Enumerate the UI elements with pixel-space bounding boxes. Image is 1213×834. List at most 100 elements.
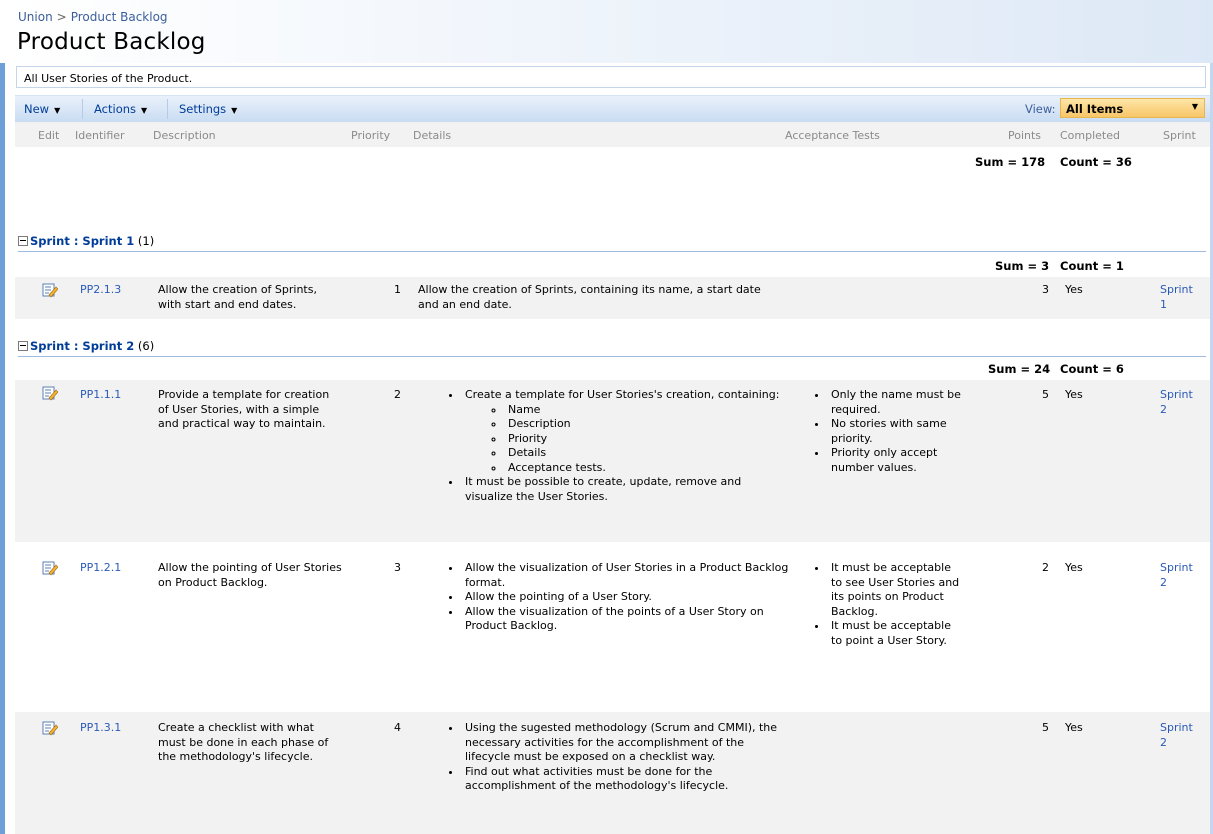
row-details: Allow the creation of Sprints, containin… — [418, 283, 761, 311]
column-header-description[interactable]: Description — [153, 129, 216, 142]
toolbar-divider — [82, 99, 83, 119]
row-points: 5 — [1042, 388, 1049, 401]
column-headers: Edit Identifier Description Priority Det… — [15, 122, 1210, 147]
group-points-sum: Sum = 24 — [988, 362, 1051, 376]
row-identifier[interactable]: PP1.3.1 — [80, 721, 121, 736]
details-item: It must be possible to create, update, r… — [462, 475, 792, 504]
group-items-count: Count = 1 — [1060, 259, 1124, 273]
column-header-edit: Edit — [38, 129, 60, 142]
row-completed: Yes — [1065, 283, 1083, 296]
settings-dropdown-icon: ▼ — [231, 106, 238, 115]
column-header-priority[interactable]: Priority — [351, 129, 390, 142]
view-label: View: — [1025, 102, 1056, 116]
details-sub-item: Name — [505, 403, 792, 418]
details-item: Create a template for User Stories's cre… — [462, 388, 792, 475]
row-description: Allow the pointing of User Stories on Pr… — [158, 561, 342, 589]
row-identifier[interactable]: PP1.1.1 — [80, 388, 121, 403]
view-selected-value: All Items — [1066, 102, 1124, 116]
row-points: 2 — [1042, 561, 1049, 574]
group-colon: : — [69, 339, 83, 353]
breadcrumb-current: Product Backlog — [70, 10, 168, 24]
group-field: Sprint — [30, 339, 70, 353]
row-description: Create a checklist with what must be don… — [158, 721, 329, 763]
row-identifier[interactable]: PP2.1.3 — [80, 283, 121, 298]
acceptance-item: Only the name must be required. — [828, 388, 978, 417]
table-row: PP1.2.1 Allow the pointing of User Stori… — [15, 552, 1210, 702]
row-details: Using the sugested methodology (Scrum an… — [442, 721, 792, 794]
row-acceptance-tests: Only the name must be required. No stori… — [808, 388, 978, 475]
breadcrumb: Union > Product Backlog — [18, 10, 168, 24]
row-completed: Yes — [1065, 721, 1083, 734]
group-header-sprint-2[interactable]: Sprint : Sprint 2 (6) — [18, 339, 1206, 357]
group-value: Sprint 1 — [82, 234, 135, 248]
page-title: Product Backlog — [17, 29, 206, 55]
new-dropdown-icon: ▼ — [54, 106, 61, 115]
row-points: 3 — [1042, 283, 1049, 296]
row-priority: 3 — [394, 561, 401, 574]
actions-dropdown-icon: ▼ — [141, 106, 148, 115]
view-dropdown-icon: ▼ — [1191, 102, 1198, 111]
row-completed: Yes — [1065, 388, 1083, 401]
row-sprint-link[interactable]: Sprint 2 — [1160, 721, 1200, 750]
acceptance-item: Priority only accept number values. — [828, 446, 978, 475]
column-header-sprint[interactable]: Sprint — [1163, 129, 1196, 142]
row-identifier[interactable]: PP1.2.1 — [80, 561, 121, 576]
column-header-identifier[interactable]: Identifier — [75, 129, 125, 142]
details-sub-item: Acceptance tests. — [505, 461, 792, 476]
details-item: Allow the visualization of User Stories … — [462, 561, 792, 590]
row-priority: 4 — [394, 721, 401, 734]
acceptance-item: It must be acceptable to point a User St… — [828, 619, 963, 648]
column-header-details[interactable]: Details — [413, 129, 451, 142]
row-sprint-link[interactable]: Sprint 2 — [1160, 561, 1200, 590]
group-colon: : — [69, 234, 83, 248]
edit-item-icon[interactable] — [42, 282, 58, 298]
edit-item-icon[interactable] — [42, 385, 58, 401]
view-selector[interactable]: All Items ▼ — [1060, 98, 1205, 118]
row-sprint-link[interactable]: Sprint 2 — [1160, 388, 1200, 417]
new-menu[interactable]: New ▼ — [24, 102, 60, 116]
new-menu-label: New — [24, 102, 50, 116]
group-count: (1) — [137, 234, 155, 248]
acceptance-item: It must be acceptable to see User Storie… — [828, 561, 963, 619]
page-header: Union > Product Backlog Product Backlog — [10, 0, 1213, 63]
column-header-completed[interactable]: Completed — [1060, 129, 1120, 142]
actions-menu-label: Actions — [94, 102, 137, 116]
details-sub-item: Details — [505, 446, 792, 461]
table-row: PP1.1.1 Provide a template for creation … — [15, 380, 1210, 542]
details-item: Using the sugested methodology (Scrum an… — [462, 721, 792, 765]
group-field: Sprint — [30, 234, 70, 248]
collapse-icon[interactable] — [18, 236, 28, 246]
collapse-icon[interactable] — [18, 341, 28, 351]
settings-menu-label: Settings — [179, 102, 227, 116]
edit-item-icon[interactable] — [42, 560, 58, 576]
details-sub-item: Description — [505, 417, 792, 432]
total-points-sum: Sum = 178 — [975, 155, 1046, 169]
settings-menu[interactable]: Settings ▼ — [179, 102, 237, 116]
table-row: PP1.3.1 Create a checklist with what mus… — [15, 712, 1210, 834]
total-items-count: Count = 36 — [1060, 155, 1132, 169]
list-description: All User Stories of the Product. — [16, 66, 1206, 88]
column-header-acceptance-tests[interactable]: Acceptance Tests — [785, 129, 880, 142]
group-items-count: Count = 6 — [1060, 362, 1124, 376]
edit-item-icon[interactable] — [42, 720, 58, 736]
group-value: Sprint 2 — [82, 339, 135, 353]
list-toolbar: New ▼ Actions ▼ Settings ▼ View: All Items ▼ — [15, 95, 1210, 123]
table-row: PP2.1.3 Allow the creation of Sprints, w… — [15, 277, 1210, 319]
actions-menu[interactable]: Actions ▼ — [94, 102, 147, 116]
row-priority: 1 — [394, 283, 401, 296]
details-item: Allow the pointing of a User Story. — [462, 590, 792, 605]
left-border — [0, 63, 5, 834]
column-header-points[interactable]: Points — [1008, 129, 1041, 142]
breadcrumb-separator: > — [56, 10, 67, 24]
row-sprint-link[interactable]: Sprint 1 — [1160, 283, 1200, 312]
row-points: 5 — [1042, 721, 1049, 734]
group-header-sprint-1[interactable]: Sprint : Sprint 1 (1) — [18, 234, 1206, 252]
row-details: Create a template for User Stories's cre… — [442, 388, 792, 504]
toolbar-divider — [167, 99, 168, 119]
breadcrumb-site-link[interactable]: Union — [18, 10, 53, 24]
details-item: Allow the visualization of the points of… — [462, 605, 792, 634]
row-acceptance-tests: It must be acceptable to see User Storie… — [808, 561, 963, 648]
row-description: Provide a template for creation of User … — [158, 388, 330, 430]
details-item: Find out what activities must be done fo… — [462, 765, 792, 794]
row-completed: Yes — [1065, 561, 1083, 574]
